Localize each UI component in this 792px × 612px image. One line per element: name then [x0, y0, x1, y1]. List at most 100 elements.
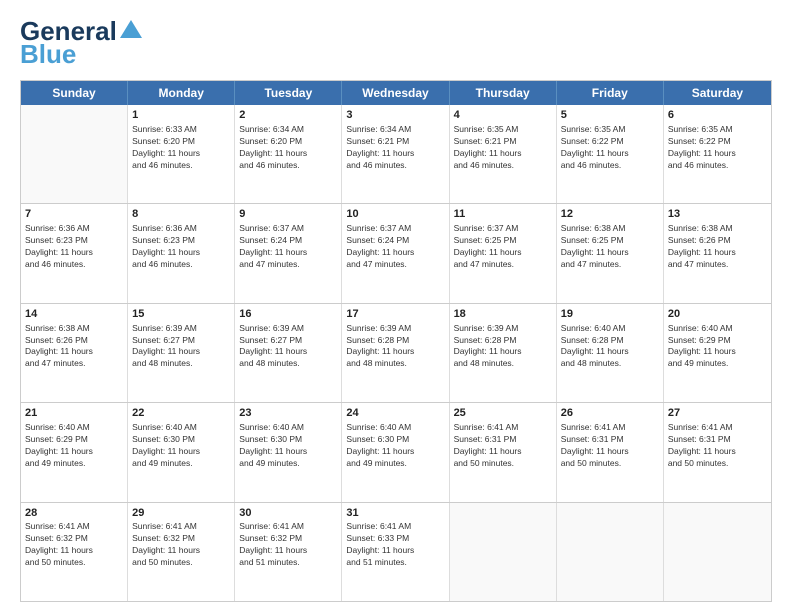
calendar-cell: 24Sunrise: 6:40 AM Sunset: 6:30 PM Dayli…	[342, 403, 449, 501]
day-number: 16	[239, 307, 337, 322]
day-number: 28	[25, 506, 123, 521]
calendar-cell	[557, 503, 664, 601]
day-number: 8	[132, 207, 230, 222]
cell-info: Sunrise: 6:40 AM Sunset: 6:30 PM Dayligh…	[239, 422, 337, 470]
calendar-cell: 27Sunrise: 6:41 AM Sunset: 6:31 PM Dayli…	[664, 403, 771, 501]
page: General Blue SundayMondayTuesdayWednesda…	[0, 0, 792, 612]
calendar-cell: 10Sunrise: 6:37 AM Sunset: 6:24 PM Dayli…	[342, 204, 449, 302]
header-cell-sunday: Sunday	[21, 81, 128, 105]
cell-info: Sunrise: 6:37 AM Sunset: 6:25 PM Dayligh…	[454, 223, 552, 271]
calendar-cell: 12Sunrise: 6:38 AM Sunset: 6:25 PM Dayli…	[557, 204, 664, 302]
calendar-row: 1Sunrise: 6:33 AM Sunset: 6:20 PM Daylig…	[21, 105, 771, 204]
calendar-cell: 8Sunrise: 6:36 AM Sunset: 6:23 PM Daylig…	[128, 204, 235, 302]
cell-info: Sunrise: 6:37 AM Sunset: 6:24 PM Dayligh…	[239, 223, 337, 271]
day-number: 29	[132, 506, 230, 521]
calendar-cell: 6Sunrise: 6:35 AM Sunset: 6:22 PM Daylig…	[664, 105, 771, 203]
day-number: 19	[561, 307, 659, 322]
calendar-cell: 26Sunrise: 6:41 AM Sunset: 6:31 PM Dayli…	[557, 403, 664, 501]
header-cell-saturday: Saturday	[664, 81, 771, 105]
cell-info: Sunrise: 6:38 AM Sunset: 6:26 PM Dayligh…	[668, 223, 767, 271]
header-cell-thursday: Thursday	[450, 81, 557, 105]
day-number: 21	[25, 406, 123, 421]
day-number: 18	[454, 307, 552, 322]
cell-info: Sunrise: 6:40 AM Sunset: 6:28 PM Dayligh…	[561, 323, 659, 371]
calendar-cell: 18Sunrise: 6:39 AM Sunset: 6:28 PM Dayli…	[450, 304, 557, 402]
calendar-cell: 30Sunrise: 6:41 AM Sunset: 6:32 PM Dayli…	[235, 503, 342, 601]
cell-info: Sunrise: 6:34 AM Sunset: 6:20 PM Dayligh…	[239, 124, 337, 172]
cell-info: Sunrise: 6:41 AM Sunset: 6:33 PM Dayligh…	[346, 521, 444, 569]
calendar-body: 1Sunrise: 6:33 AM Sunset: 6:20 PM Daylig…	[21, 105, 771, 601]
cell-info: Sunrise: 6:39 AM Sunset: 6:28 PM Dayligh…	[346, 323, 444, 371]
cell-info: Sunrise: 6:38 AM Sunset: 6:25 PM Dayligh…	[561, 223, 659, 271]
calendar-cell: 3Sunrise: 6:34 AM Sunset: 6:21 PM Daylig…	[342, 105, 449, 203]
calendar-cell: 28Sunrise: 6:41 AM Sunset: 6:32 PM Dayli…	[21, 503, 128, 601]
day-number: 11	[454, 207, 552, 222]
calendar-cell: 1Sunrise: 6:33 AM Sunset: 6:20 PM Daylig…	[128, 105, 235, 203]
day-number: 13	[668, 207, 767, 222]
logo-icon	[120, 18, 142, 40]
cell-info: Sunrise: 6:39 AM Sunset: 6:27 PM Dayligh…	[132, 323, 230, 371]
calendar-cell: 23Sunrise: 6:40 AM Sunset: 6:30 PM Dayli…	[235, 403, 342, 501]
calendar-cell: 15Sunrise: 6:39 AM Sunset: 6:27 PM Dayli…	[128, 304, 235, 402]
cell-info: Sunrise: 6:41 AM Sunset: 6:31 PM Dayligh…	[668, 422, 767, 470]
calendar-cell: 21Sunrise: 6:40 AM Sunset: 6:29 PM Dayli…	[21, 403, 128, 501]
cell-info: Sunrise: 6:36 AM Sunset: 6:23 PM Dayligh…	[132, 223, 230, 271]
cell-info: Sunrise: 6:37 AM Sunset: 6:24 PM Dayligh…	[346, 223, 444, 271]
calendar-cell: 22Sunrise: 6:40 AM Sunset: 6:30 PM Dayli…	[128, 403, 235, 501]
cell-info: Sunrise: 6:40 AM Sunset: 6:30 PM Dayligh…	[132, 422, 230, 470]
day-number: 30	[239, 506, 337, 521]
calendar-cell: 2Sunrise: 6:34 AM Sunset: 6:20 PM Daylig…	[235, 105, 342, 203]
header-cell-monday: Monday	[128, 81, 235, 105]
day-number: 31	[346, 506, 444, 521]
day-number: 10	[346, 207, 444, 222]
calendar-cell: 31Sunrise: 6:41 AM Sunset: 6:33 PM Dayli…	[342, 503, 449, 601]
day-number: 14	[25, 307, 123, 322]
cell-info: Sunrise: 6:34 AM Sunset: 6:21 PM Dayligh…	[346, 124, 444, 172]
logo-blue: Blue	[20, 39, 76, 70]
day-number: 6	[668, 108, 767, 123]
calendar-row: 14Sunrise: 6:38 AM Sunset: 6:26 PM Dayli…	[21, 304, 771, 403]
calendar-cell	[664, 503, 771, 601]
calendar-cell: 11Sunrise: 6:37 AM Sunset: 6:25 PM Dayli…	[450, 204, 557, 302]
cell-info: Sunrise: 6:41 AM Sunset: 6:31 PM Dayligh…	[454, 422, 552, 470]
header-cell-wednesday: Wednesday	[342, 81, 449, 105]
day-number: 25	[454, 406, 552, 421]
calendar-cell: 4Sunrise: 6:35 AM Sunset: 6:21 PM Daylig…	[450, 105, 557, 203]
calendar-cell: 9Sunrise: 6:37 AM Sunset: 6:24 PM Daylig…	[235, 204, 342, 302]
cell-info: Sunrise: 6:41 AM Sunset: 6:32 PM Dayligh…	[25, 521, 123, 569]
day-number: 27	[668, 406, 767, 421]
cell-info: Sunrise: 6:39 AM Sunset: 6:28 PM Dayligh…	[454, 323, 552, 371]
cell-info: Sunrise: 6:35 AM Sunset: 6:21 PM Dayligh…	[454, 124, 552, 172]
calendar-cell: 17Sunrise: 6:39 AM Sunset: 6:28 PM Dayli…	[342, 304, 449, 402]
calendar-cell: 19Sunrise: 6:40 AM Sunset: 6:28 PM Dayli…	[557, 304, 664, 402]
cell-info: Sunrise: 6:36 AM Sunset: 6:23 PM Dayligh…	[25, 223, 123, 271]
calendar-row: 7Sunrise: 6:36 AM Sunset: 6:23 PM Daylig…	[21, 204, 771, 303]
cell-info: Sunrise: 6:40 AM Sunset: 6:29 PM Dayligh…	[25, 422, 123, 470]
day-number: 1	[132, 108, 230, 123]
calendar-cell: 7Sunrise: 6:36 AM Sunset: 6:23 PM Daylig…	[21, 204, 128, 302]
day-number: 17	[346, 307, 444, 322]
cell-info: Sunrise: 6:41 AM Sunset: 6:32 PM Dayligh…	[132, 521, 230, 569]
calendar-row: 21Sunrise: 6:40 AM Sunset: 6:29 PM Dayli…	[21, 403, 771, 502]
cell-info: Sunrise: 6:35 AM Sunset: 6:22 PM Dayligh…	[561, 124, 659, 172]
cell-info: Sunrise: 6:39 AM Sunset: 6:27 PM Dayligh…	[239, 323, 337, 371]
header-cell-friday: Friday	[557, 81, 664, 105]
header-cell-tuesday: Tuesday	[235, 81, 342, 105]
calendar-cell	[450, 503, 557, 601]
cell-info: Sunrise: 6:40 AM Sunset: 6:29 PM Dayligh…	[668, 323, 767, 371]
day-number: 4	[454, 108, 552, 123]
header: General Blue	[20, 16, 772, 70]
day-number: 24	[346, 406, 444, 421]
calendar-cell: 5Sunrise: 6:35 AM Sunset: 6:22 PM Daylig…	[557, 105, 664, 203]
calendar-header: SundayMondayTuesdayWednesdayThursdayFrid…	[21, 81, 771, 105]
day-number: 7	[25, 207, 123, 222]
calendar-cell: 29Sunrise: 6:41 AM Sunset: 6:32 PM Dayli…	[128, 503, 235, 601]
cell-info: Sunrise: 6:33 AM Sunset: 6:20 PM Dayligh…	[132, 124, 230, 172]
calendar-cell: 16Sunrise: 6:39 AM Sunset: 6:27 PM Dayli…	[235, 304, 342, 402]
day-number: 23	[239, 406, 337, 421]
day-number: 20	[668, 307, 767, 322]
calendar-cell: 14Sunrise: 6:38 AM Sunset: 6:26 PM Dayli…	[21, 304, 128, 402]
day-number: 26	[561, 406, 659, 421]
calendar-cell: 13Sunrise: 6:38 AM Sunset: 6:26 PM Dayli…	[664, 204, 771, 302]
day-number: 2	[239, 108, 337, 123]
